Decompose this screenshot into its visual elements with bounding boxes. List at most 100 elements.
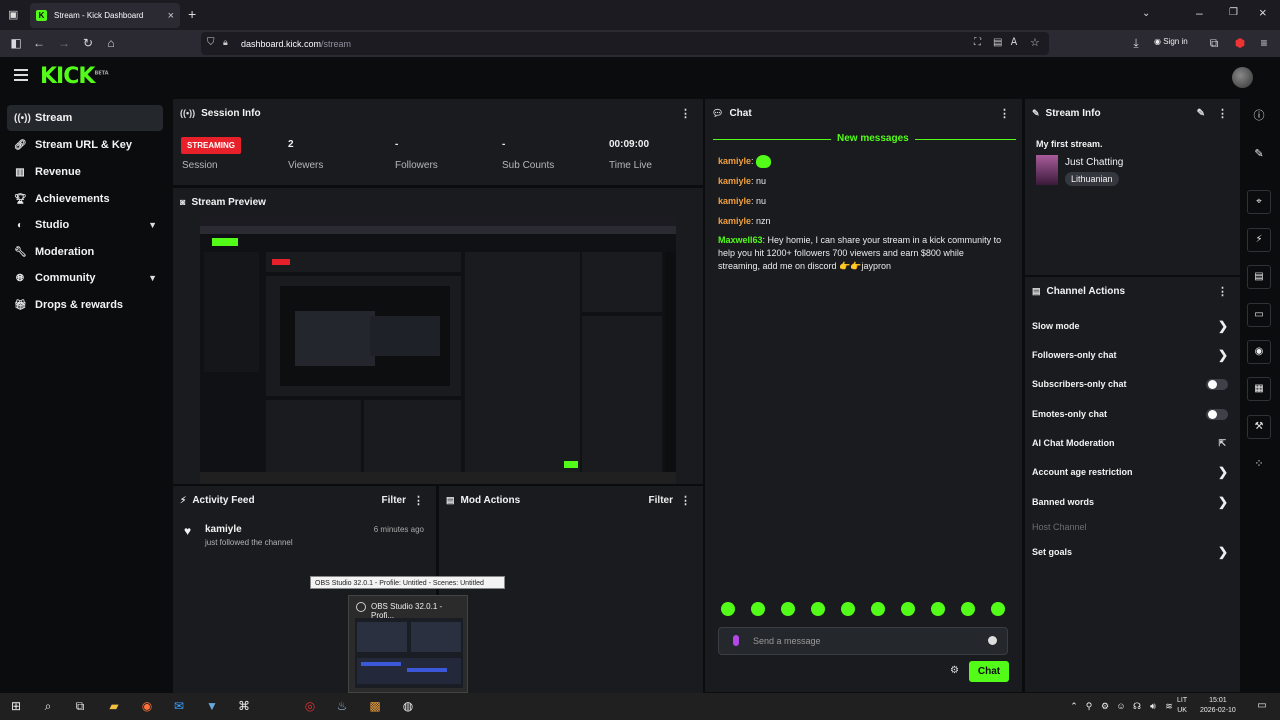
tab-list-icon[interactable]: ▣	[8, 8, 18, 21]
close-window-icon[interactable]: ×	[1259, 5, 1267, 20]
keyboard-language[interactable]: LIT UK	[1177, 696, 1187, 716]
new-tab-icon[interactable]: +	[188, 6, 196, 22]
emoji-picker-icon[interactable]	[988, 636, 997, 645]
browser-tab[interactable]: K Stream - Kick Dashboard ×	[30, 3, 180, 28]
close-tab-icon[interactable]: ×	[168, 10, 174, 22]
emote-icon[interactable]	[931, 602, 945, 616]
chat-username[interactable]: kamiyle	[718, 196, 751, 206]
apps-icon[interactable]: ⁘	[1247, 454, 1271, 474]
stream-category[interactable]: Just Chatting	[1065, 157, 1123, 168]
downloads-icon[interactable]: ⤓	[1128, 35, 1144, 51]
sidebar-item-drops-rewards[interactable]: 🎁︎ Drops & rewards	[7, 292, 163, 318]
file-explorer-icon[interactable]: ▰	[106, 698, 122, 714]
send-chat-button[interactable]: Chat	[969, 661, 1009, 682]
translate-icon[interactable]: Ꭺ	[1011, 37, 1018, 48]
emote-icon[interactable]	[901, 602, 915, 616]
lightning-icon[interactable]: ⚡︎	[1247, 228, 1271, 252]
stream-preview-video[interactable]	[200, 216, 676, 484]
image-app-icon[interactable]: ▩	[367, 698, 383, 714]
user-avatar[interactable]	[1232, 67, 1253, 88]
wrench-icon[interactable]: ⚒	[1247, 415, 1271, 439]
followers-only-chat-row[interactable]: Followers-only chat ❯	[1032, 344, 1228, 366]
more-options-icon[interactable]: ⋮	[1217, 285, 1228, 298]
more-options-icon[interactable]: ⋮	[413, 494, 424, 507]
subscribers-only-toggle[interactable]	[1206, 378, 1228, 390]
sidebar-item-community[interactable]: 🌐︎ Community ▼	[7, 265, 163, 291]
chat-username[interactable]: Maxwell63	[718, 235, 763, 245]
emote-icon[interactable]	[751, 602, 765, 616]
firefox-icon[interactable]: ◉	[139, 698, 155, 714]
sidebar-item-achievements[interactable]: 🏆︎ Achievements	[7, 186, 163, 212]
sidebar-item-studio[interactable]: ◐ Studio ▼	[7, 212, 163, 238]
forward-icon[interactable]: →	[56, 35, 72, 51]
lock-icon[interactable]: 🔒︎	[223, 37, 228, 48]
sign-in-button[interactable]: ◉ Sign in	[1154, 37, 1188, 46]
more-options-icon[interactable]: ⋮	[680, 107, 691, 120]
wifi-icon[interactable]: ≋	[1161, 698, 1177, 714]
maximize-icon[interactable]: ❐	[1229, 7, 1238, 18]
pencil-icon[interactable]: ✎	[1247, 144, 1271, 164]
emotes-only-toggle[interactable]	[1206, 408, 1228, 420]
back-icon[interactable]: ←	[31, 35, 47, 51]
sidebar-item-stream-url-key[interactable]: 🔗︎ Stream URL & Key	[7, 132, 163, 158]
emote-icon[interactable]	[721, 602, 735, 616]
menu-icon[interactable]: ≡	[1256, 35, 1272, 51]
kick-logo[interactable]: KICKBETA	[40, 64, 109, 89]
sidebar-item-revenue[interactable]: ▥ Revenue	[7, 159, 163, 185]
emote-icon[interactable]	[811, 602, 825, 616]
microphone-icon[interactable]	[733, 635, 739, 646]
chrome-icon[interactable]: ◎	[302, 698, 318, 714]
hamburger-menu-icon[interactable]	[14, 69, 28, 81]
filter-button[interactable]: Filter	[382, 495, 406, 506]
shield-icon[interactable]: ⛉	[207, 37, 215, 48]
chat-username[interactable]: kamiyle	[718, 216, 751, 226]
windows-start-icon[interactable]: ⊞	[8, 698, 24, 714]
obs-studio-icon[interactable]: ◍	[400, 698, 416, 714]
headset-tray-icon[interactable]: ☊	[1129, 698, 1145, 714]
capcut-icon[interactable]: ⌘	[236, 698, 252, 714]
sidebar-icon[interactable]: ◧	[8, 35, 24, 51]
sidebar-item-stream[interactable]: ((•)) Stream	[7, 105, 163, 131]
info-icon[interactable]: ⓘ	[1247, 106, 1271, 126]
layout-icon[interactable]: ▦	[1247, 377, 1271, 401]
minimize-icon[interactable]: –	[1196, 6, 1203, 20]
task-view-icon[interactable]: ⧉	[72, 698, 88, 714]
url-bar[interactable]: ⛉ 🔒︎ dashboard.kick.com/stream ⛶ ▤ Ꭺ ☆	[201, 32, 1049, 55]
adblock-icon[interactable]: ⬢	[1232, 35, 1248, 51]
broadcast-icon[interactable]: ◉	[1247, 340, 1271, 364]
slow-mode-row[interactable]: Slow mode ❯	[1032, 315, 1228, 337]
taskbar-clock[interactable]: 15:01 2026-02-10	[1200, 696, 1236, 716]
settings-tray-icon[interactable]: ⚙	[1097, 698, 1113, 714]
ai-chat-moderation-row[interactable]: AI Chat Moderation ⇱	[1032, 432, 1228, 454]
set-goals-row[interactable]: Set goals ❯	[1032, 541, 1228, 563]
emote-icon[interactable]	[841, 602, 855, 616]
vector-app-icon[interactable]: ▼	[204, 698, 220, 714]
reload-icon[interactable]: ↻	[80, 35, 96, 51]
sidebar-item-moderation[interactable]: 🔧︎ Moderation	[7, 239, 163, 265]
chat-settings-icon[interactable]: ⚙	[950, 665, 959, 676]
emote-icon[interactable]	[871, 602, 885, 616]
more-options-icon[interactable]: ⋮	[680, 494, 691, 507]
edit-icon[interactable]: ✎	[1197, 108, 1205, 119]
filter-button[interactable]: Filter	[649, 495, 673, 506]
feed-username[interactable]: kamiyle	[205, 524, 242, 535]
extensions-icon[interactable]: ⧉	[1206, 35, 1222, 51]
tray-overflow-icon[interactable]: ⌃	[1066, 698, 1082, 714]
obs-taskbar-preview[interactable]: OBS Studio 32.0.1 - Profi...	[348, 595, 468, 693]
emote-icon[interactable]	[961, 602, 975, 616]
category-thumbnail[interactable]	[1036, 155, 1058, 185]
chat-message-input[interactable]: Send a message	[718, 627, 1008, 655]
account-age-restriction-row[interactable]: Account age restriction ❯	[1032, 461, 1228, 483]
discord-tray-icon[interactable]: ☺	[1113, 698, 1129, 714]
mail-icon[interactable]: ✉	[171, 698, 187, 714]
more-options-icon[interactable]: ⋮	[1217, 107, 1228, 120]
volume-icon[interactable]: 🔊︎	[1145, 698, 1161, 714]
focus-icon[interactable]: ⌖	[1247, 190, 1271, 214]
search-icon[interactable]: ⌕	[40, 698, 56, 714]
chat-username[interactable]: kamiyle	[718, 156, 751, 166]
reader-view-icon[interactable]: ▤	[993, 37, 1002, 48]
more-options-icon[interactable]: ⋮	[999, 107, 1010, 120]
chevron-down-icon[interactable]: ⌄	[1142, 8, 1150, 19]
emote-icon[interactable]	[781, 602, 795, 616]
bookmark-star-icon[interactable]: ☆	[1030, 36, 1040, 49]
